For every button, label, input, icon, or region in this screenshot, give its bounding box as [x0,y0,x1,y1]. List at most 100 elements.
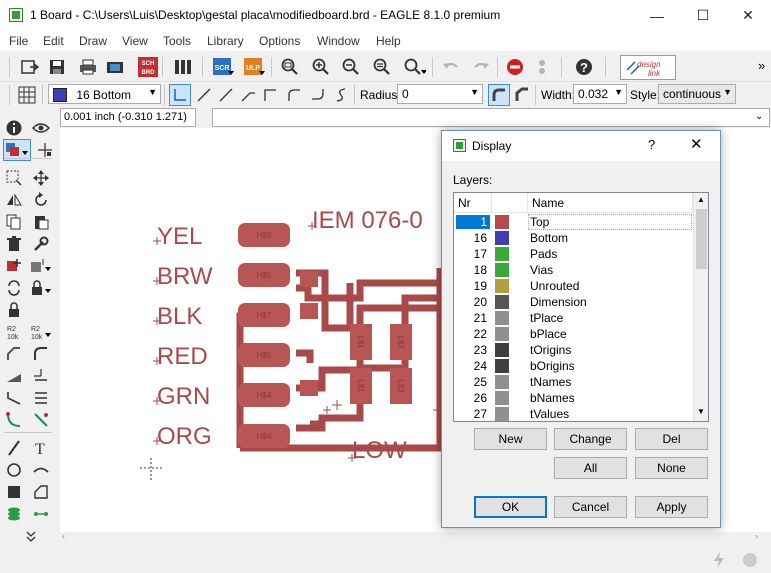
layer-row[interactable]: 21 tPlace [454,310,694,326]
miter-icon[interactable] [30,343,52,365]
menu-tools[interactable]: Tools [163,34,191,48]
bend-style-6-icon[interactable] [307,84,329,106]
show-icon[interactable] [30,117,52,139]
new-layer-button[interactable]: New [474,428,547,450]
column-header-color[interactable] [492,193,528,213]
undo-icon[interactable] [440,56,462,78]
bend-style-3-icon[interactable] [237,84,259,106]
layer-row[interactable]: 1 Top [454,214,694,230]
sch-brd-switch-icon[interactable]: SCH BRD [137,56,159,78]
polygon-icon[interactable] [30,481,52,503]
arc-icon[interactable] [30,459,52,481]
none-layers-button[interactable]: None [635,457,708,479]
bend-style-4-icon[interactable] [259,84,281,106]
all-layers-button[interactable]: All [554,457,627,479]
copy-icon[interactable] [3,211,25,233]
meander-icon[interactable] [30,387,52,409]
cam-processor-icon[interactable] [104,56,126,78]
bend-style-1-icon[interactable] [193,84,215,106]
menu-window[interactable]: Window [317,34,360,48]
text-icon[interactable]: T [30,437,52,459]
layer-list-scrollbar[interactable]: ▲ ▼ [693,193,708,421]
rectangle-icon[interactable] [3,481,25,503]
layer-select[interactable]: 16 Bottom ▼ [48,84,161,104]
bend-style-7-icon[interactable] [330,84,352,106]
menu-view[interactable]: View [122,34,148,48]
flat-end-icon[interactable] [511,84,533,106]
open-icon[interactable] [19,56,41,78]
layer-row[interactable]: 20 Dimension [454,294,694,310]
bend-style-5-icon[interactable] [283,84,305,106]
close-button[interactable]: ✕ [725,0,771,31]
toolbar-overflow[interactable]: » [758,58,765,73]
scroll-up-icon[interactable]: ▲ [697,195,705,204]
menu-draw[interactable]: Draw [79,34,107,48]
smash-icon[interactable]: R2 10k [3,321,25,343]
value-icon[interactable]: R2 10k [30,321,52,343]
circle-icon[interactable] [3,459,25,481]
info-icon[interactable] [3,117,25,139]
scroll-thumb[interactable] [696,209,707,269]
width-input[interactable]: 0.032 ▼ [573,84,627,104]
optimize-icon[interactable] [30,365,52,387]
layer-row[interactable]: 27 tValues [454,406,694,421]
minimize-button[interactable]: — [634,0,680,31]
apply-button[interactable]: Apply [635,496,708,518]
zoom-in-icon[interactable] [310,56,332,78]
design-link-button[interactable]: design link [620,55,676,80]
wrench-icon[interactable] [30,233,52,255]
layer-list[interactable]: Nr Name 1 Top 16 Bottom 17 Pads 18 Vias 19 Unrout… [453,192,709,422]
maximize-button[interactable]: ☐ [680,0,726,31]
ok-button[interactable]: OK [474,496,547,518]
mirror-icon[interactable] [3,189,25,211]
slice-icon[interactable] [3,365,25,387]
redo-icon[interactable] [470,56,492,78]
menu-options[interactable]: Options [259,34,300,48]
zoom-out-icon[interactable] [340,56,362,78]
route-icon[interactable] [3,387,25,409]
cancel-button[interactable]: Cancel [554,496,627,518]
layer-row[interactable]: 17 Pads [454,246,694,262]
help-icon[interactable]: ? [573,56,595,78]
bend-style-0-icon[interactable] [169,84,191,106]
menu-library[interactable]: Library [207,34,244,48]
style-select[interactable]: continuous ▼ [658,84,736,104]
zoom-redraw-icon[interactable] [371,56,393,78]
wire-icon[interactable] [3,437,25,459]
signal-icon[interactable] [30,503,52,525]
move-group-select-icon[interactable] [3,167,25,189]
layer-row[interactable]: 26 bNames [454,390,694,406]
column-header-nr[interactable]: Nr [454,193,492,213]
menu-edit[interactable]: Edit [43,34,64,48]
layer-row[interactable]: 16 Bottom [454,230,694,246]
swap-icon[interactable] [3,277,25,299]
layer-stack-icon[interactable] [3,503,25,525]
save-icon[interactable] [46,56,68,78]
layer-row[interactable]: 25 tNames [454,374,694,390]
radius-input[interactable]: 0 ▼ [397,84,483,104]
layer-row[interactable]: 23 tOrigins [454,342,694,358]
layer-row[interactable]: 18 Vias [454,262,694,278]
add-icon[interactable] [3,255,25,277]
go-icon[interactable] [531,56,553,78]
rotate-icon[interactable] [30,189,52,211]
padlock-icon[interactable] [3,299,25,321]
dialog-close-button[interactable]: ✕ [690,135,703,153]
paste-icon[interactable] [30,211,52,233]
zoom-fit-icon[interactable] [279,56,301,78]
chevron-down-icon[interactable]: ⌄ [755,111,763,122]
ripup-icon[interactable] [30,409,52,431]
layer-row[interactable]: 24 bOrigins [454,358,694,374]
scroll-down-icon[interactable]: ▼ [697,407,705,416]
zoom-select-icon[interactable] [404,56,426,78]
horizontal-scrollbar[interactable]: ‹ › [60,531,760,544]
print-icon[interactable] [77,56,99,78]
split-icon[interactable] [3,343,25,365]
delete-layer-button[interactable]: Del [635,428,708,450]
delete-icon[interactable] [3,233,25,255]
menu-file[interactable]: File [9,34,28,48]
lock-icon[interactable] [30,277,52,299]
command-line-input[interactable] [212,108,770,127]
change-layer-button[interactable]: Change [554,428,627,450]
bend-style-2-icon[interactable] [215,84,237,106]
